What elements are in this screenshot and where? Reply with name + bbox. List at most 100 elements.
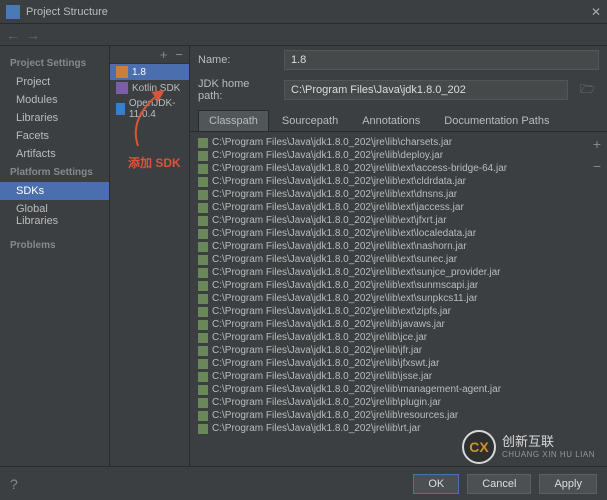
problems-heading[interactable]: Problems [0, 236, 109, 255]
classpath-entry[interactable]: C:\Program Files\Java\jdk1.8.0_202\jre\l… [194, 188, 583, 201]
settings-item[interactable]: Facets [0, 127, 109, 145]
titlebar: Project Structure ✕ [0, 0, 607, 24]
jar-path: C:\Program Files\Java\jdk1.8.0_202\jre\l… [212, 410, 458, 421]
classpath-entry[interactable]: C:\Program Files\Java\jdk1.8.0_202\jre\l… [194, 136, 583, 149]
jar-icon [198, 203, 208, 213]
classpath-entry[interactable]: C:\Program Files\Java\jdk1.8.0_202\jre\l… [194, 240, 583, 253]
sdk-list-panel: + − 1.8 Kotlin SDK OpenJDK-11.0.4 添加 SDK [110, 46, 190, 500]
classpath-entry[interactable]: C:\Program Files\Java\jdk1.8.0_202\jre\l… [194, 370, 583, 383]
sdk-tabs: ClasspathSourcepathAnnotationsDocumentat… [190, 110, 607, 132]
jar-path: C:\Program Files\Java\jdk1.8.0_202\jre\l… [212, 371, 432, 382]
window-title: Project Structure [26, 6, 108, 18]
sdk-detail-panel: Name: JDK home path: 🗁 ClasspathSourcepa… [190, 46, 607, 500]
sdk-label: Kotlin SDK [132, 83, 180, 94]
classpath-entry[interactable]: C:\Program Files\Java\jdk1.8.0_202\jre\l… [194, 279, 583, 292]
jar-path: C:\Program Files\Java\jdk1.8.0_202\jre\l… [212, 254, 457, 265]
kotlin-icon [116, 82, 128, 94]
classpath-entry[interactable]: C:\Program Files\Java\jdk1.8.0_202\jre\l… [194, 305, 583, 318]
platform-settings-heading: Platform Settings [0, 163, 109, 182]
sdk-item[interactable]: Kotlin SDK [110, 80, 189, 96]
settings-item[interactable]: Project [0, 73, 109, 91]
jar-path: C:\Program Files\Java\jdk1.8.0_202\jre\l… [212, 345, 422, 356]
jar-path: C:\Program Files\Java\jdk1.8.0_202\jre\l… [212, 215, 447, 226]
settings-item[interactable]: Libraries [0, 109, 109, 127]
jar-icon [198, 138, 208, 148]
classpath-entry[interactable]: C:\Program Files\Java\jdk1.8.0_202\jre\l… [194, 253, 583, 266]
classpath-entry[interactable]: C:\Program Files\Java\jdk1.8.0_202\jre\l… [194, 344, 583, 357]
help-button[interactable]: ? [10, 476, 18, 492]
classpath-entry[interactable]: C:\Program Files\Java\jdk1.8.0_202\jre\l… [194, 162, 583, 175]
jar-icon [198, 346, 208, 356]
jar-icon [198, 320, 208, 330]
jar-icon [198, 268, 208, 278]
sdk-item[interactable]: 1.8 [110, 64, 189, 80]
jar-icon [198, 242, 208, 252]
classpath-entry[interactable]: C:\Program Files\Java\jdk1.8.0_202\jre\l… [194, 292, 583, 305]
add-classpath-button[interactable]: + [593, 136, 601, 152]
tab-documentation-paths[interactable]: Documentation Paths [433, 110, 560, 131]
settings-item[interactable]: Artifacts [0, 145, 109, 163]
sdk-name-input[interactable] [284, 50, 599, 70]
remove-classpath-button[interactable]: − [593, 158, 601, 174]
settings-item[interactable]: SDKs [0, 182, 109, 200]
classpath-entry[interactable]: C:\Program Files\Java\jdk1.8.0_202\jre\l… [194, 175, 583, 188]
forward-button[interactable]: → [26, 27, 40, 43]
classpath-entry[interactable]: C:\Program Files\Java\jdk1.8.0_202\jre\l… [194, 227, 583, 240]
classpath-entry[interactable]: C:\Program Files\Java\jdk1.8.0_202\jre\l… [194, 396, 583, 409]
jar-icon [198, 255, 208, 265]
close-icon[interactable]: ✕ [591, 5, 601, 19]
nav-toolbar: ← → [0, 24, 607, 46]
settings-item[interactable]: Modules [0, 91, 109, 109]
jar-path: C:\Program Files\Java\jdk1.8.0_202\jre\l… [212, 202, 464, 213]
classpath-entry[interactable]: C:\Program Files\Java\jdk1.8.0_202\jre\l… [194, 409, 583, 422]
jar-path: C:\Program Files\Java\jdk1.8.0_202\jre\l… [212, 163, 507, 174]
jar-path: C:\Program Files\Java\jdk1.8.0_202\jre\l… [212, 358, 439, 369]
remove-sdk-button[interactable]: − [175, 47, 183, 62]
jar-icon [198, 424, 208, 434]
jar-icon [198, 359, 208, 369]
ok-button[interactable]: OK [413, 474, 459, 494]
browse-icon[interactable]: 🗁 [576, 80, 599, 101]
jar-path: C:\Program Files\Java\jdk1.8.0_202\jre\l… [212, 150, 443, 161]
apply-button[interactable]: Apply [539, 474, 597, 494]
classpath-entry[interactable]: C:\Program Files\Java\jdk1.8.0_202\jre\l… [194, 266, 583, 279]
classpath-entry[interactable]: C:\Program Files\Java\jdk1.8.0_202\jre\l… [194, 357, 583, 370]
classpath-entry[interactable]: C:\Program Files\Java\jdk1.8.0_202\jre\l… [194, 331, 583, 344]
annotation-label: 添加 SDK [128, 154, 181, 171]
cancel-button[interactable]: Cancel [467, 474, 531, 494]
settings-item[interactable]: Global Libraries [0, 200, 109, 230]
classpath-entry[interactable]: C:\Program Files\Java\jdk1.8.0_202\jre\l… [194, 383, 583, 396]
jar-icon [198, 164, 208, 174]
jar-path: C:\Program Files\Java\jdk1.8.0_202\jre\l… [212, 241, 467, 252]
jar-icon [198, 411, 208, 421]
app-icon [6, 5, 20, 19]
classpath-list[interactable]: C:\Program Files\Java\jdk1.8.0_202\jre\l… [190, 132, 587, 500]
jar-icon [198, 372, 208, 382]
tab-classpath[interactable]: Classpath [198, 110, 269, 131]
add-sdk-button[interactable]: + [160, 47, 168, 62]
jar-path: C:\Program Files\Java\jdk1.8.0_202\jre\l… [212, 228, 476, 239]
jar-path: C:\Program Files\Java\jdk1.8.0_202\jre\l… [212, 384, 501, 395]
tab-sourcepath[interactable]: Sourcepath [271, 110, 349, 131]
jar-path: C:\Program Files\Java\jdk1.8.0_202\jre\l… [212, 306, 451, 317]
name-label: Name: [198, 54, 276, 66]
sdk-home-input[interactable] [284, 80, 568, 100]
project-settings-heading: Project Settings [0, 54, 109, 73]
jar-path: C:\Program Files\Java\jdk1.8.0_202\jre\l… [212, 397, 441, 408]
classpath-entry[interactable]: C:\Program Files\Java\jdk1.8.0_202\jre\l… [194, 318, 583, 331]
classpath-entry[interactable]: C:\Program Files\Java\jdk1.8.0_202\jre\l… [194, 422, 583, 435]
jar-path: C:\Program Files\Java\jdk1.8.0_202\jre\l… [212, 176, 466, 187]
jar-path: C:\Program Files\Java\jdk1.8.0_202\jre\l… [212, 319, 445, 330]
jar-icon [198, 190, 208, 200]
java-icon [116, 66, 128, 78]
jar-icon [198, 333, 208, 343]
home-label: JDK home path: [198, 78, 276, 102]
sdk-item[interactable]: OpenJDK-11.0.4 [110, 96, 189, 122]
classpath-entry[interactable]: C:\Program Files\Java\jdk1.8.0_202\jre\l… [194, 214, 583, 227]
settings-tree: Project Settings ProjectModulesLibraries… [0, 46, 110, 500]
classpath-entry[interactable]: C:\Program Files\Java\jdk1.8.0_202\jre\l… [194, 149, 583, 162]
jar-path: C:\Program Files\Java\jdk1.8.0_202\jre\l… [212, 423, 420, 434]
classpath-entry[interactable]: C:\Program Files\Java\jdk1.8.0_202\jre\l… [194, 201, 583, 214]
tab-annotations[interactable]: Annotations [351, 110, 431, 131]
back-button[interactable]: ← [6, 27, 20, 43]
